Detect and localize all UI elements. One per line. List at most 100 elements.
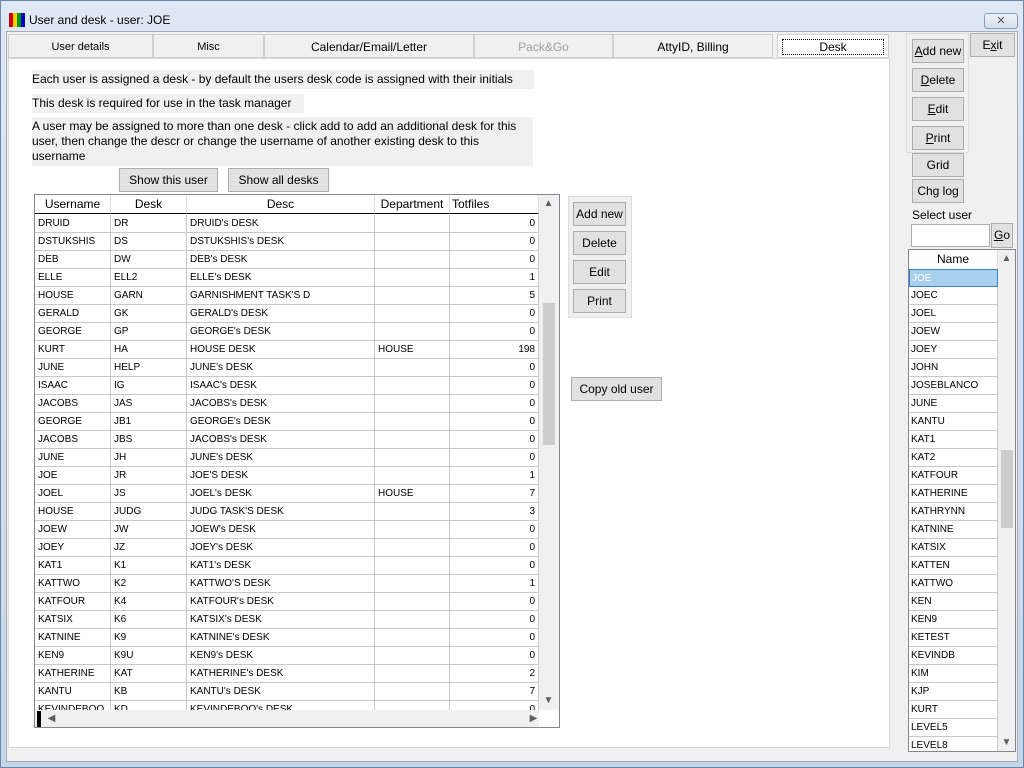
chg-log-button[interactable]: Chg log <box>912 179 964 203</box>
tab-pack-go[interactable]: Pack&Go <box>474 34 613 58</box>
table-row[interactable]: JOE JR JOE'S DESK 1 <box>35 467 539 485</box>
tab-calendar-email-letter[interactable]: Calendar/Email/Letter <box>264 34 474 58</box>
user-list-item[interactable]: KATTEN <box>909 557 998 575</box>
user-list-item[interactable]: KIM <box>909 665 998 683</box>
user-list-item[interactable]: KEN <box>909 593 998 611</box>
user-list-item[interactable]: KATFOUR <box>909 467 998 485</box>
user-list-item[interactable]: KATHERINE <box>909 485 998 503</box>
scroll-up-icon[interactable]: ▲ <box>998 253 1015 264</box>
user-list-item[interactable]: KAT1 <box>909 431 998 449</box>
user-list-item[interactable]: JOEY <box>909 341 998 359</box>
user-list-item[interactable]: JOHN <box>909 359 998 377</box>
user-list-item[interactable]: KURT <box>909 701 998 719</box>
table-row[interactable]: KATSIX K6 KATSIX's DESK 0 <box>35 611 539 629</box>
user-add-new-button[interactable]: Add new <box>912 39 964 63</box>
cell-desc: KAT1's DESK <box>187 557 375 575</box>
user-list-item[interactable]: KATTWO <box>909 575 998 593</box>
column-header-department[interactable]: Department <box>375 195 450 214</box>
user-print-button[interactable]: Print <box>912 126 964 150</box>
tab-misc[interactable]: Misc <box>153 34 264 58</box>
user-list-item[interactable]: JOEC <box>909 287 998 305</box>
scroll-left-icon[interactable]: ◀ <box>43 713 60 724</box>
table-row[interactable]: HOUSE JUDG JUDG TASK'S DESK 3 <box>35 503 539 521</box>
table-row[interactable]: DEB DW DEB's DESK 0 <box>35 251 539 269</box>
user-list-item[interactable]: JUNE <box>909 395 998 413</box>
scroll-thumb[interactable] <box>543 303 555 445</box>
user-list-item[interactable]: KETEST <box>909 629 998 647</box>
table-row[interactable]: DRUID DR DRUID's DESK 0 <box>35 215 539 233</box>
user-list-item[interactable]: KANTU <box>909 413 998 431</box>
user-list-item[interactable]: LEVEL8 <box>909 737 998 751</box>
user-list-item[interactable]: JOEW <box>909 323 998 341</box>
user-list[interactable]: Name JOE JOEC JOEL JOEW JOEY JOHN JOSEBLANCO JU… <box>908 249 1016 752</box>
table-row[interactable]: GEORGE GP GEORGE's DESK 0 <box>35 323 539 341</box>
table-row[interactable]: JOEY JZ JOEY's DESK 0 <box>35 539 539 557</box>
column-header-desc[interactable]: Desc <box>187 195 375 214</box>
table-row[interactable]: JUNE HELP JUNE's DESK 0 <box>35 359 539 377</box>
table-row[interactable]: ISAAC IG ISAAC's DESK 0 <box>35 377 539 395</box>
go-button[interactable]: Go <box>991 223 1013 248</box>
scroll-down-icon[interactable]: ▼ <box>540 695 557 706</box>
cell-username: JOEL <box>35 485 111 503</box>
user-list-item[interactable]: JOE <box>909 269 998 287</box>
user-edit-button[interactable]: Edit <box>912 97 964 121</box>
desk-delete-button[interactable]: Delete <box>573 231 626 255</box>
table-row[interactable]: GERALD GK GERALD's DESK 0 <box>35 305 539 323</box>
table-row[interactable]: KURT HA HOUSE DESK HOUSE 198 <box>35 341 539 359</box>
column-header-desk[interactable]: Desk <box>111 195 187 214</box>
show-this-user-button[interactable]: Show this user <box>119 168 218 192</box>
scroll-up-icon[interactable]: ▲ <box>540 198 557 209</box>
user-list-item[interactable]: JOEL <box>909 305 998 323</box>
table-row[interactable]: HOUSE GARN GARNISHMENT TASK'S D 5 <box>35 287 539 305</box>
desk-print-button[interactable]: Print <box>573 289 626 313</box>
desk-edit-button[interactable]: Edit <box>573 260 626 284</box>
scroll-thumb[interactable] <box>37 711 41 727</box>
table-row[interactable]: KATHERINE KAT KATHERINE's DESK 2 <box>35 665 539 683</box>
user-list-scrollbar[interactable]: ▲ ▼ <box>998 250 1015 751</box>
user-list-item[interactable]: KJP <box>909 683 998 701</box>
table-row[interactable]: JACOBS JBS JACOBS's DESK 0 <box>35 431 539 449</box>
grid-button[interactable]: Grid <box>912 153 964 177</box>
scroll-thumb[interactable] <box>1001 450 1013 528</box>
table-row[interactable]: KANTU KB KANTU's DESK 7 <box>35 683 539 701</box>
user-list-item[interactable]: KEN9 <box>909 611 998 629</box>
cell-desc: KATFOUR's DESK <box>187 593 375 611</box>
desk-table[interactable]: KEVINDEBOOKDKEVINDEBOO's DESK0KANTUKBKAN… <box>34 194 560 728</box>
table-row[interactable]: JACOBS JAS JACOBS's DESK 0 <box>35 395 539 413</box>
table-row[interactable]: KAT1 K1 KAT1's DESK 0 <box>35 557 539 575</box>
table-row[interactable]: KEN9 K9U KEN9's DESK 0 <box>35 647 539 665</box>
select-user-input[interactable] <box>911 224 990 247</box>
table-row[interactable]: KATNINE K9 KATNINE's DESK 0 <box>35 629 539 647</box>
user-list-item[interactable]: KATHRYNN <box>909 503 998 521</box>
tab-attyid-billing[interactable]: AttyID, Billing <box>613 34 773 58</box>
vertical-scrollbar[interactable]: ▲ ▼ <box>539 195 559 710</box>
column-header-totfiles[interactable]: Totfiles <box>450 195 539 214</box>
user-delete-button[interactable]: Delete <box>912 68 964 92</box>
user-list-item[interactable]: LEVEL5 <box>909 719 998 737</box>
table-row[interactable]: KATFOUR K4 KATFOUR's DESK 0 <box>35 593 539 611</box>
tab-user-details[interactable]: User details <box>8 34 153 58</box>
table-row[interactable]: KATTWO K2 KATTWO'S DESK 1 <box>35 575 539 593</box>
close-button[interactable]: ✕ <box>984 13 1018 29</box>
user-list-item[interactable]: KATNINE <box>909 521 998 539</box>
user-list-item[interactable]: KATSIX <box>909 539 998 557</box>
exit-button[interactable]: Exit <box>970 33 1015 57</box>
tab-desk[interactable]: Desk <box>777 34 889 58</box>
copy-old-user-button[interactable]: Copy old user <box>571 377 662 401</box>
show-all-desks-button[interactable]: Show all desks <box>228 168 329 192</box>
horizontal-scrollbar[interactable]: ◀ ▶ <box>35 710 542 727</box>
user-list-item[interactable]: KAT2 <box>909 449 998 467</box>
user-list-item[interactable]: JOSEBLANCO <box>909 377 998 395</box>
table-row[interactable]: JOEL JS JOEL's DESK HOUSE 7 <box>35 485 539 503</box>
desk-add-new-button[interactable]: Add new <box>573 202 626 226</box>
table-row[interactable]: ELLE ELL2 ELLE's DESK 1 <box>35 269 539 287</box>
scroll-right-icon[interactable]: ▶ <box>525 713 542 724</box>
user-list-item[interactable]: KEVINDB <box>909 647 998 665</box>
column-header-username[interactable]: Username <box>35 195 111 214</box>
scroll-down-icon[interactable]: ▼ <box>998 737 1015 748</box>
table-row[interactable]: DSTUKSHIS DS DSTUKSHIS's DESK 0 <box>35 233 539 251</box>
table-row[interactable]: JUNE JH JUNE's DESK 0 <box>35 449 539 467</box>
table-row[interactable]: JOEW JW JOEW's DESK 0 <box>35 521 539 539</box>
user-list-header[interactable]: Name <box>909 250 998 269</box>
table-row[interactable]: GEORGE JB1 GEORGE's DESK 0 <box>35 413 539 431</box>
